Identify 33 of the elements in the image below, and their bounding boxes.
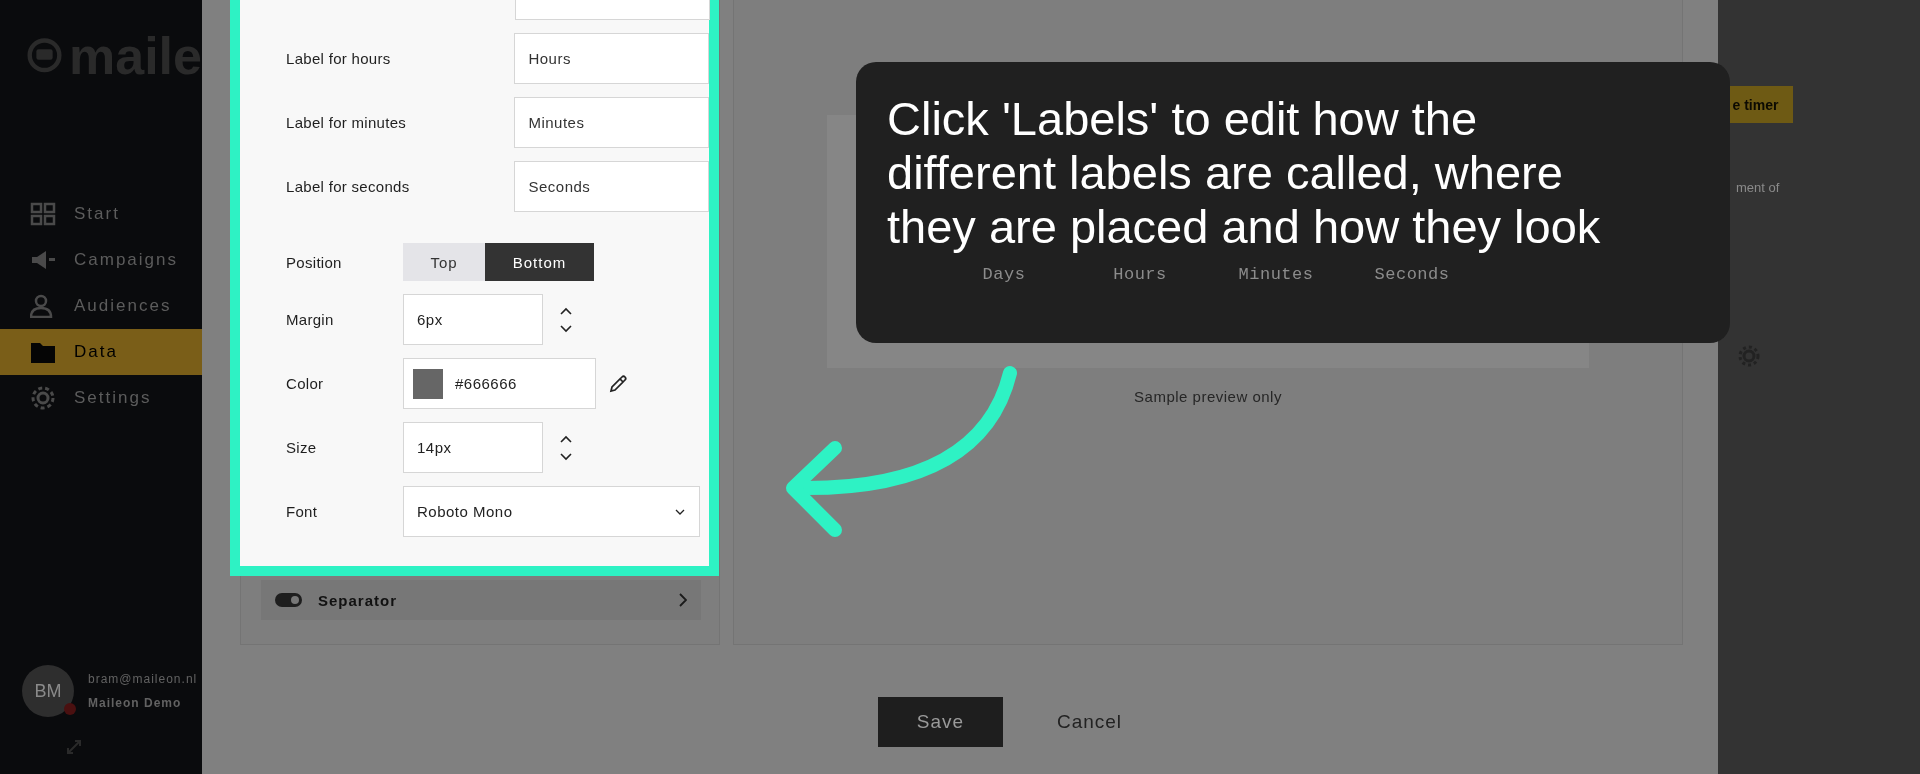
avatar[interactable]: BM [22, 665, 74, 717]
cancel-button[interactable]: Cancel [1046, 697, 1133, 747]
input-field[interactable]: Hours [514, 33, 709, 84]
section-label: Separator [318, 591, 399, 609]
field-label: Size [286, 439, 318, 456]
input-field[interactable]: 6px [403, 294, 543, 345]
countdown-label: Minutes [1238, 265, 1314, 284]
field-label: Margin [286, 311, 335, 328]
segment-button[interactable]: Bottom [485, 243, 594, 281]
input-field[interactable]: 14px [403, 422, 543, 473]
field-label: Font [286, 503, 319, 520]
user-email: bram@maileon.nl [88, 672, 198, 686]
preview-note: Sample preview only [1134, 388, 1282, 405]
countdown-label: Hours [1113, 265, 1167, 284]
tooltip-text: Click 'Labels' to edit how the different labels are called, where they are placed and how they look [887, 92, 1602, 254]
background-text: ment of [1736, 180, 1780, 195]
field-label: Label for hours [286, 50, 392, 67]
nav-item[interactable]: Settings [0, 375, 202, 421]
field-label: Color [286, 375, 325, 392]
nav-item[interactable]: Data [0, 329, 202, 375]
segment-button[interactable]: Top [403, 243, 485, 281]
input-field[interactable]: Seconds [514, 161, 709, 212]
user-name: Maileon Demo [88, 696, 183, 710]
field-label: Position [286, 253, 343, 271]
field-label: Label for minutes [286, 114, 408, 131]
font-dropdown[interactable]: Roboto Mono [403, 486, 700, 537]
separator-row[interactable]: Separator [261, 580, 701, 620]
countdown-label: Seconds [1374, 265, 1450, 284]
save-button[interactable]: Save [877, 697, 1003, 747]
countdown-label: Days [982, 265, 1026, 284]
color-field[interactable]: #666666 [403, 358, 596, 409]
field-label: Label for seconds [286, 178, 411, 195]
input-field[interactable]: Minutes [514, 97, 709, 148]
